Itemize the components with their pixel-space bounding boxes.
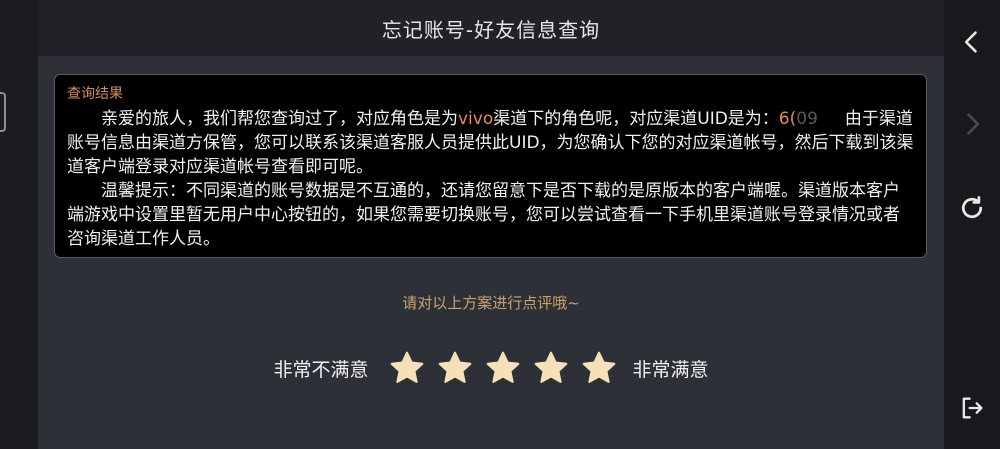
rating-row: 非常不满意 非常满意 <box>38 348 944 388</box>
rating-low-label: 非常不满意 <box>273 358 369 381</box>
result-text: 亲爱的旅人，我们帮您查询过了，对应角色是为vivo渠道下的角色呢，对应渠道UID… <box>67 107 914 251</box>
star-3-icon[interactable] <box>485 350 521 386</box>
query-result-box: 查询结果 亲爱的旅人，我们帮您查询过了，对应角色是为vivo渠道下的角色呢，对应… <box>54 74 927 258</box>
star-rating <box>389 350 617 386</box>
main-panel: 忘记账号-好友信息查询 查询结果 亲爱的旅人，我们帮您查询过了，对应角色是为vi… <box>38 0 972 449</box>
star-5-icon[interactable] <box>581 350 617 386</box>
left-edge <box>0 0 38 449</box>
star-4-icon[interactable] <box>533 350 569 386</box>
star-1-icon[interactable] <box>389 350 425 386</box>
forward-icon <box>967 113 980 135</box>
rating-high-label: 非常满意 <box>632 358 709 381</box>
rating-prompt: 请对以上方案进行点评哦~ <box>402 294 580 312</box>
text-segment: 渠道下的角色呢，对应渠道UID是为： <box>493 109 779 129</box>
obscured-uid: 09 <box>796 109 845 129</box>
result-paragraph-2: 温馨提示：不同渠道的账号数据是不互通的，还请您留意下是否下载的是原版本的客户端喔… <box>67 181 900 249</box>
result-title: 查询结果 <box>67 86 123 102</box>
side-handle[interactable] <box>0 92 6 132</box>
page-title: 忘记账号-好友信息查询 <box>38 0 944 56</box>
text-segment: 亲爱的旅人，我们帮您查询过了，对应角色是为 <box>101 109 458 129</box>
refresh-icon <box>961 196 983 219</box>
back-button[interactable] <box>954 24 990 60</box>
channel-uid: 6( <box>778 109 797 129</box>
exit-button[interactable] <box>954 390 990 426</box>
forward-button[interactable] <box>954 106 990 142</box>
exit-icon <box>962 397 983 419</box>
back-icon <box>964 31 977 53</box>
star-2-icon[interactable] <box>437 350 473 386</box>
refresh-button[interactable] <box>954 190 990 226</box>
result-paragraph-1: 亲爱的旅人，我们帮您查询过了，对应角色是为vivo渠道下的角色呢，对应渠道UID… <box>67 107 914 179</box>
channel-name: vivo <box>458 109 494 129</box>
nav-sidebar <box>944 0 1000 449</box>
